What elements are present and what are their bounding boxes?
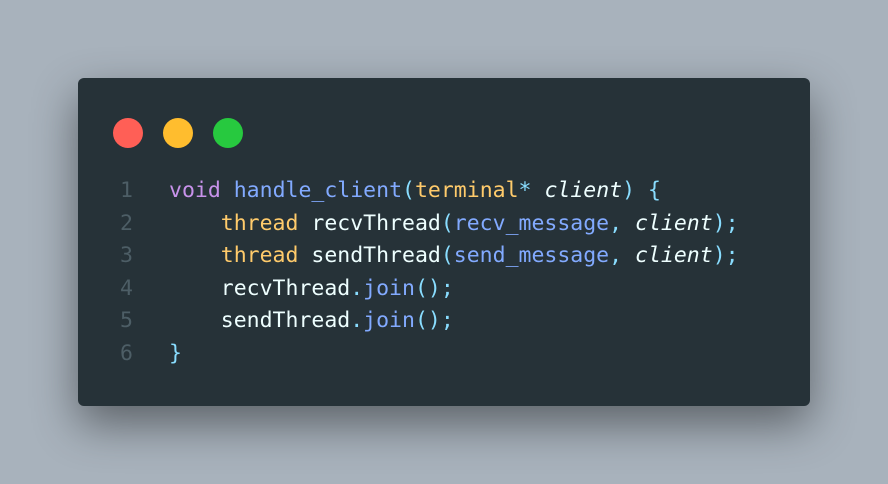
code-token: recv_message [453, 210, 610, 236]
code-token: , [609, 210, 636, 236]
line-number: 3 [120, 243, 133, 268]
code-token: join [363, 308, 415, 333]
line-source: recvThread.join(); [133, 273, 454, 306]
window-controls [113, 118, 243, 148]
code-token: sendThread [298, 243, 441, 268]
close-button[interactable] [113, 118, 143, 148]
code-token: . [350, 275, 364, 301]
code-token: void [169, 178, 221, 203]
code-token: ); [712, 243, 739, 268]
code-line: 6 } [78, 338, 810, 371]
code-window: 1 void handle_client(terminal* client) {… [78, 78, 810, 406]
code-token: * [518, 178, 532, 203]
code-line: 1 void handle_client(terminal* client) { [78, 175, 810, 208]
code-token: . [350, 308, 364, 333]
code-token: send_message [453, 243, 610, 268]
code-token: sendThread [169, 308, 351, 333]
code-token: , [609, 243, 636, 268]
code-token: (); [414, 308, 454, 333]
line-source: sendThread.join(); [133, 305, 454, 338]
code-token: } [169, 340, 182, 366]
code-token: client [635, 210, 713, 236]
code-token: ) [622, 178, 636, 203]
code-line: 3 thread sendThread(send_message, client… [78, 240, 810, 273]
line-source: thread recvThread(recv_message, client); [133, 208, 739, 241]
line-source: thread sendThread(send_message, client); [133, 240, 739, 273]
code-line: 4 recvThread.join(); [78, 273, 810, 306]
line-number: 5 [120, 308, 133, 333]
code-token: thread [220, 210, 299, 236]
line-source: } [133, 338, 182, 371]
code-token: ( [402, 178, 415, 203]
code-token: client [544, 178, 623, 203]
code-token: (); [414, 275, 454, 301]
code-line: 5 sendThread.join(); [78, 305, 810, 338]
code-token: client [635, 243, 713, 268]
code-token: { [648, 178, 661, 203]
code-token: join [363, 275, 415, 301]
code-token: recvThread [169, 275, 351, 301]
code-token: ( [440, 210, 454, 236]
code-token: terminal [414, 178, 519, 203]
code-token: ); [712, 210, 739, 236]
code-token: ( [440, 243, 454, 268]
code-token: handle_client [233, 178, 403, 203]
code-token: recvThread [298, 210, 441, 236]
line-number: 1 [120, 178, 133, 203]
line-source: void handle_client(terminal* client) { [133, 175, 661, 208]
minimize-button[interactable] [163, 118, 193, 148]
code-token: thread [220, 243, 299, 268]
line-number: 4 [120, 275, 133, 301]
line-number: 6 [120, 340, 133, 366]
maximize-button[interactable] [213, 118, 243, 148]
code-block: 1 void handle_client(terminal* client) {… [78, 175, 810, 370]
code-line: 2 thread recvThread(recv_message, client… [78, 208, 810, 241]
line-number: 2 [120, 210, 133, 236]
